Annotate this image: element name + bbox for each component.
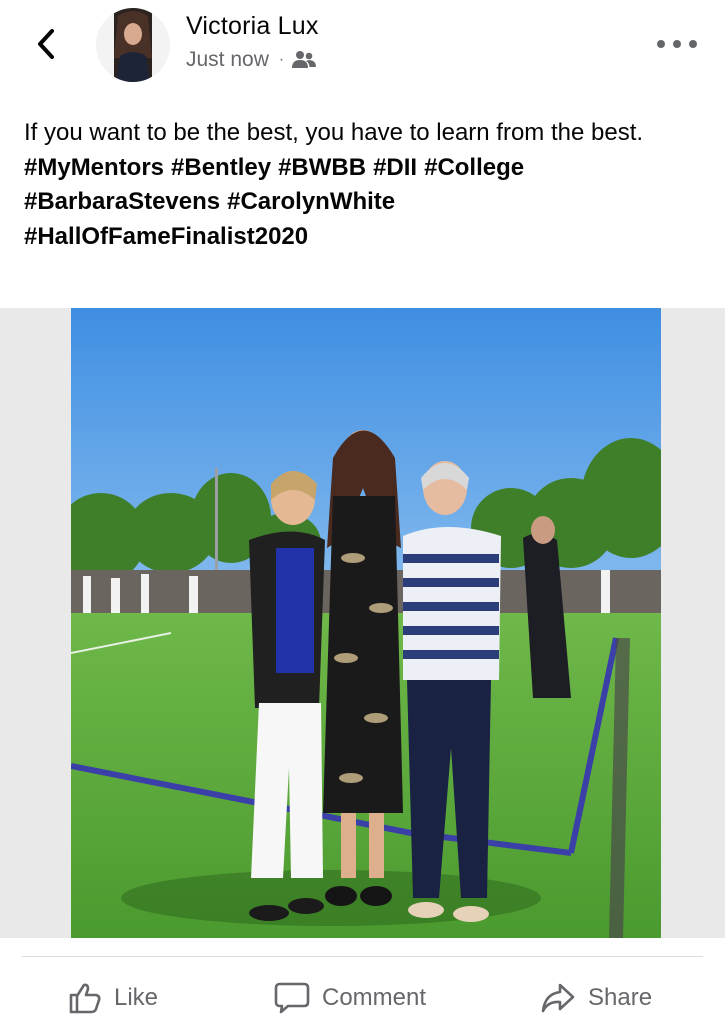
hashtag[interactable]: #DII — [373, 154, 417, 181]
thumbs-up-icon — [69, 983, 101, 1014]
hashtag-list: #MyMentors #Bentley #BWBB #DII #College #Bar… — [24, 151, 704, 255]
share-arrow-icon — [541, 983, 575, 1013]
chevron-left-icon — [38, 29, 54, 59]
author-name[interactable]: Victoria Lux — [186, 12, 319, 41]
actions-divider — [22, 956, 703, 957]
hashtag[interactable]: #College — [424, 154, 524, 181]
hashtag[interactable]: #CarolynWhite — [227, 188, 395, 215]
more-horizontal-icon — [657, 40, 665, 48]
more-horizontal-icon — [673, 40, 681, 48]
post-header: Victoria Lux Just now · — [0, 0, 725, 100]
timestamp[interactable]: Just now — [186, 48, 269, 72]
avatar-image — [96, 8, 170, 82]
meta-separator: · — [278, 51, 285, 68]
post-meta: Just now · — [186, 48, 317, 72]
hashtag[interactable]: #HallOfFameFinalist2020 — [24, 223, 308, 250]
share-button[interactable]: Share — [540, 978, 652, 1018]
hashtag[interactable]: #BWBB — [278, 154, 366, 181]
hashtag[interactable]: #MyMentors — [24, 154, 164, 181]
avatar[interactable] — [96, 8, 170, 82]
post-photo[interactable] — [71, 308, 661, 938]
post-body: If you want to be the best, you have to … — [24, 119, 644, 146]
friends-icon — [292, 51, 317, 68]
more-options-button[interactable] — [657, 32, 697, 56]
post-image-area — [0, 308, 725, 938]
comment-bubble-icon — [274, 982, 310, 1014]
more-horizontal-icon — [689, 40, 697, 48]
post-screen: Victoria Lux Just now · If you want to b… — [0, 0, 725, 1024]
comment-button[interactable]: Comment — [274, 978, 426, 1018]
comment-label: Comment — [322, 984, 427, 1011]
hashtag[interactable]: #BarbaraStevens — [24, 188, 220, 215]
like-button[interactable]: Like — [68, 978, 158, 1018]
back-button[interactable] — [28, 26, 64, 62]
like-label: Like — [114, 984, 159, 1011]
share-label: Share — [588, 984, 653, 1011]
post-text: If you want to be the best, you have to … — [24, 116, 704, 254]
post-action-bar: Like Comment Share — [0, 966, 725, 1024]
hashtag[interactable]: #Bentley — [171, 154, 271, 181]
